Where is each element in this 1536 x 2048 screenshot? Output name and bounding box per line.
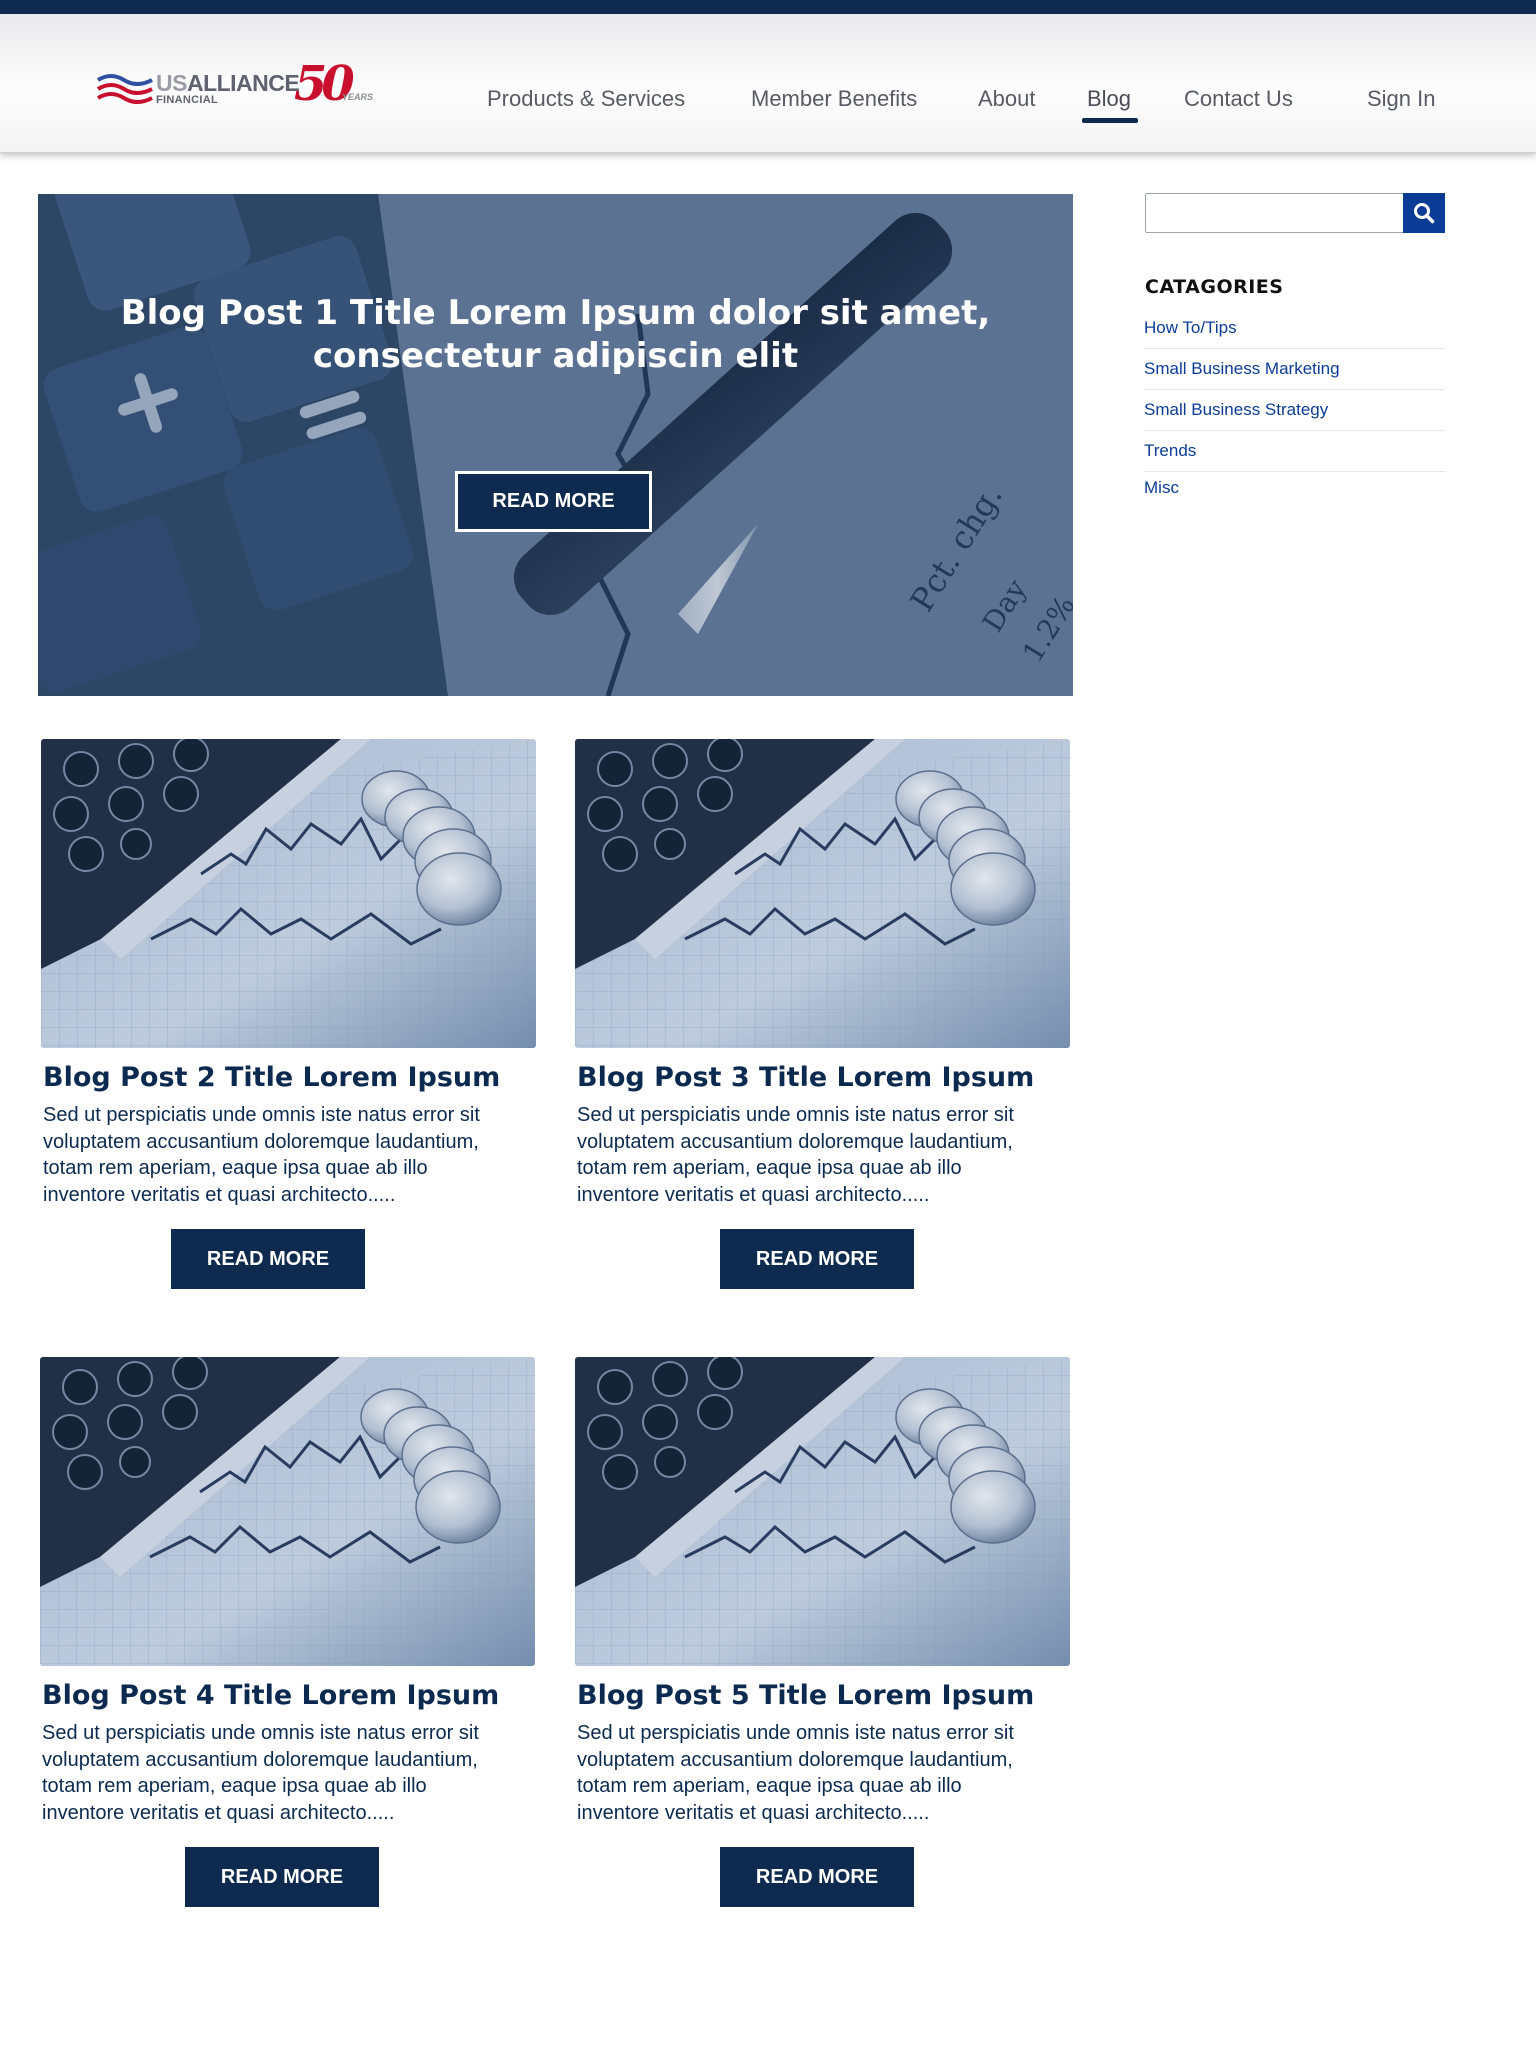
calculator-coins-image [41, 739, 536, 1048]
nav-about[interactable]: About [978, 86, 1036, 112]
featured-read-more-button[interactable]: READ MORE [455, 471, 652, 532]
post-excerpt-line: inventore veritatis et quasi architecto.… [577, 1183, 930, 1206]
search-button[interactable] [1403, 193, 1445, 233]
post-excerpt-line: Sed ut perspiciatis unde omnis iste natu… [577, 1104, 1014, 1126]
post-excerpt-line: voluptatem accusantium doloremque laudan… [42, 1748, 478, 1771]
flag-stripes-icon [96, 74, 153, 104]
nav-member-benefits[interactable]: Member Benefits [751, 86, 917, 112]
post-thumbnail[interactable] [575, 1357, 1070, 1666]
post-thumbnail[interactable] [575, 739, 1070, 1048]
post-excerpt-line: inventore veritatis et quasi architecto.… [577, 1801, 930, 1824]
post-excerpt-line: totam rem aperiam, eaque ipsa quae ab il… [43, 1157, 428, 1179]
anniversary-years-text: YEARS [342, 92, 374, 102]
post-excerpt-line: inventore veritatis et quasi architecto.… [43, 1183, 396, 1206]
post-title[interactable]: Blog Post 5 Title Lorem Ipsum [577, 1680, 1034, 1711]
logo-wordmark: USALLIANCE FINANCIAL [156, 70, 300, 106]
usalliance-logo[interactable]: USALLIANCE FINANCIAL 50 YEARS [96, 56, 374, 124]
post-excerpt: Sed ut perspiciatis unde omnis iste natu… [42, 1720, 542, 1826]
post-excerpt-line: voluptatem accusantium doloremque laudan… [43, 1130, 479, 1153]
calculator-coins-image [575, 1357, 1070, 1666]
post-read-more-button[interactable]: READ MORE [185, 1847, 379, 1907]
featured-post-title[interactable]: Blog Post 1 Title Lorem Ipsum dolor sit … [98, 292, 1013, 378]
post-excerpt-line: totam rem aperiam, eaque ipsa quae ab il… [577, 1775, 962, 1797]
post-read-more-button[interactable]: READ MORE [171, 1229, 365, 1289]
post-thumbnail[interactable] [41, 739, 536, 1048]
calculator-coins-image [575, 739, 1070, 1048]
post-thumbnail[interactable] [40, 1357, 535, 1666]
search-icon [1414, 203, 1435, 224]
nav-contact-us[interactable]: Contact Us [1184, 86, 1293, 112]
post-excerpt-line: Sed ut perspiciatis unde omnis iste natu… [43, 1104, 480, 1126]
search-input[interactable] [1145, 193, 1403, 233]
post-excerpt-line: Sed ut perspiciatis unde omnis iste natu… [42, 1722, 479, 1744]
category-small-business-strategy[interactable]: Small Business Strategy [1144, 390, 1445, 431]
categories-heading: CATAGORIES [1145, 276, 1284, 298]
post-title[interactable]: Blog Post 2 Title Lorem Ipsum [43, 1062, 500, 1093]
anniversary-50-mark: 50 [294, 56, 355, 112]
post-read-more-button[interactable]: READ MORE [720, 1229, 914, 1289]
post-excerpt: Sed ut perspiciatis unde omnis iste natu… [43, 1102, 543, 1208]
post-title[interactable]: Blog Post 3 Title Lorem Ipsum [577, 1062, 1034, 1093]
post-title[interactable]: Blog Post 4 Title Lorem Ipsum [42, 1680, 499, 1711]
featured-post-hero: Pct. chg. Day 1.2% Blog Post 1 Title Lor… [38, 194, 1073, 696]
top-accent-bar [0, 0, 1536, 14]
nav-active-indicator [1082, 118, 1138, 123]
post-read-more-button[interactable]: READ MORE [720, 1847, 914, 1907]
post-excerpt: Sed ut perspiciatis unde omnis iste natu… [577, 1720, 1077, 1826]
category-how-to-tips[interactable]: How To/Tips [1144, 308, 1445, 349]
post-excerpt-line: Sed ut perspiciatis unde omnis iste natu… [577, 1722, 1014, 1744]
calculator-coins-image [40, 1357, 535, 1666]
category-small-business-marketing[interactable]: Small Business Marketing [1144, 349, 1445, 390]
site-header: USALLIANCE FINANCIAL 50 YEARS Products &… [0, 14, 1536, 153]
post-excerpt-line: voluptatem accusantium doloremque laudan… [577, 1748, 1013, 1771]
nav-blog[interactable]: Blog [1087, 86, 1131, 112]
post-excerpt-line: inventore veritatis et quasi architecto.… [42, 1801, 395, 1824]
featured-post-title-line-2: consectetur adipiscin elit [312, 336, 799, 376]
sign-in-link[interactable]: Sign In [1367, 86, 1436, 112]
category-trends[interactable]: Trends [1144, 431, 1445, 472]
category-misc[interactable]: Misc [1144, 468, 1445, 509]
hero-background-image: Pct. chg. Day 1.2% [38, 194, 1073, 696]
post-excerpt-line: totam rem aperiam, eaque ipsa quae ab il… [577, 1157, 962, 1179]
nav-products-services[interactable]: Products & Services [487, 86, 685, 112]
post-excerpt: Sed ut perspiciatis unde omnis iste natu… [577, 1102, 1077, 1208]
post-excerpt-line: totam rem aperiam, eaque ipsa quae ab il… [42, 1775, 427, 1797]
logo-alliance-text: ALLIANCE [186, 70, 300, 96]
featured-post-title-line-1: Blog Post 1 Title Lorem Ipsum dolor sit … [120, 293, 991, 333]
post-excerpt-line: voluptatem accusantium doloremque laudan… [577, 1130, 1013, 1153]
logo-us-text: US [156, 70, 187, 96]
